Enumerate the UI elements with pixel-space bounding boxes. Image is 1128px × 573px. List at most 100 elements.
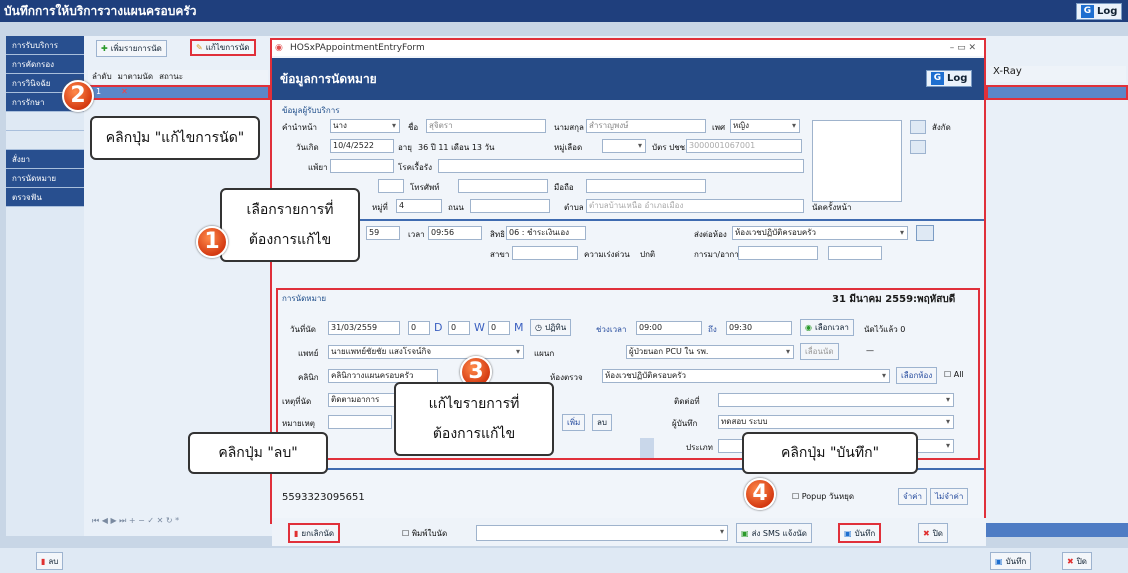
- dialog-header: ข้อมูลการนัดหมาย: [272, 58, 984, 100]
- table-row-right: [986, 85, 1128, 100]
- appt-date-field[interactable]: 31/03/2559: [328, 321, 400, 335]
- contact-label: ติดต่อที่: [674, 397, 700, 406]
- forget-button[interactable]: ไม่จำค่า: [930, 488, 969, 505]
- dialog-save-button[interactable]: ▣ บันทึก: [838, 523, 882, 543]
- note-field[interactable]: [328, 415, 392, 429]
- callout-edit-item: แก้ไขรายการที่ ต้องการแก้ไข: [394, 382, 554, 456]
- urgency-value: ปกติ: [640, 250, 656, 259]
- calendar-button[interactable]: ◷ ปฏิทิน: [530, 319, 572, 336]
- pick-room-button[interactable]: เลือกห้อง: [896, 367, 938, 384]
- dash-text: —: [866, 346, 874, 355]
- save-button[interactable]: ▣ บันทึก: [990, 552, 1032, 570]
- idcard-field[interactable]: 3000001067001: [686, 139, 802, 153]
- chronic-field[interactable]: [438, 159, 804, 173]
- window-controls-icon[interactable]: – ▭ ✕: [950, 40, 976, 56]
- symptom-field[interactable]: [738, 246, 818, 260]
- log-icon: G: [1081, 5, 1094, 18]
- add-appointment-button[interactable]: ✚ เพิ่มรายการนัด: [96, 40, 167, 57]
- sex-select[interactable]: หญิง: [730, 119, 800, 133]
- time-field[interactable]: 09:56: [428, 226, 482, 240]
- delete-button[interactable]: ▮ ลบ: [36, 552, 64, 570]
- sms-button[interactable]: ▣ ส่ง SMS แจ้งนัด: [736, 523, 812, 543]
- pencil-icon: ✎: [196, 43, 203, 52]
- person-icon[interactable]: [910, 120, 926, 134]
- branch-field[interactable]: [512, 246, 578, 260]
- day-stepper[interactable]: 0: [408, 321, 430, 335]
- hn-value: 5593323095651: [282, 492, 365, 503]
- nav-screening[interactable]: การคัดกรอง: [6, 55, 84, 74]
- cancel-appointment-button[interactable]: ▮ ยกเลิกนัด: [288, 523, 341, 543]
- appointment-date-heading: 31 มีนาคม 2559:พฤหัสบดี: [832, 294, 956, 305]
- popup-holiday-checkbox[interactable]: ☐ Popup วันหยุด: [792, 490, 854, 503]
- doctor-select[interactable]: นายแพทย์ชัยชัย แสงโรจน์กิจ: [328, 345, 524, 359]
- callout-save: คลิกปุ่ม "บันทึก": [742, 432, 918, 474]
- trash-icon-2: ▮: [41, 556, 46, 566]
- card-icon[interactable]: [910, 140, 926, 154]
- scroll-thumb[interactable]: [640, 438, 654, 458]
- step-1-badge: 1: [196, 226, 228, 258]
- log-button[interactable]: G Log: [1076, 3, 1123, 20]
- name-field[interactable]: สุจิตรา: [426, 119, 546, 133]
- visit-date-field[interactable]: 59: [366, 226, 400, 240]
- clinic-label: คลินิก: [298, 373, 319, 382]
- remember-button[interactable]: จำค่า: [898, 488, 928, 505]
- right-field[interactable]: 06 : ชำระเงินเอง: [506, 226, 586, 240]
- sendto-select[interactable]: ห้องเวชปฏิบัติครอบครัว: [732, 226, 908, 240]
- phone-field[interactable]: [458, 179, 548, 193]
- col-attended: มาตามนัด: [117, 72, 154, 81]
- month-stepper[interactable]: 0: [488, 321, 510, 335]
- surname-field[interactable]: สำราญพงษ์: [586, 119, 706, 133]
- symptom-field-2[interactable]: [828, 246, 882, 260]
- day-unit: D: [434, 321, 443, 334]
- prefix-label: คำนำหน้า: [282, 123, 318, 132]
- tambon-field[interactable]: ตำบลบ้านเหนือ อำเภอเมือง: [586, 199, 804, 213]
- type-label: ประเภท: [686, 443, 713, 452]
- all-checkbox[interactable]: ☐ All: [944, 370, 964, 379]
- nav-dental[interactable]: ตรวจฟัน: [6, 188, 84, 207]
- week-stepper[interactable]: 0: [448, 321, 470, 335]
- surname-label: นามสกุล: [554, 123, 584, 132]
- pick-time-button[interactable]: ◉ เลือกเวลา: [800, 319, 854, 336]
- nav-service[interactable]: การรับบริการ: [6, 36, 84, 55]
- blood-select[interactable]: [602, 139, 646, 153]
- contact-select[interactable]: [718, 393, 954, 407]
- prefix-select[interactable]: นาง: [330, 119, 400, 133]
- step-2-badge: 2: [62, 80, 94, 112]
- road-field[interactable]: [470, 199, 550, 213]
- time-to-field[interactable]: 09:30: [726, 321, 792, 335]
- table-row[interactable]: 1 ✕: [86, 85, 270, 100]
- print-checkbox[interactable]: ☐ พิมพ์ใบนัด: [402, 527, 447, 540]
- room-label: ห้องตรวจ: [550, 373, 583, 382]
- time-from-field[interactable]: 09:00: [636, 321, 702, 335]
- allergy-field[interactable]: [330, 159, 394, 173]
- add-note-button[interactable]: เพิ่ม: [562, 414, 586, 431]
- nav-appointment[interactable]: การนัดหมาย: [6, 169, 84, 188]
- dialog-log-button[interactable]: G Log: [926, 70, 973, 87]
- moo-field[interactable]: 4: [396, 199, 442, 213]
- dept-label: แผนก: [534, 349, 555, 358]
- grid-navigator[interactable]: ⏮ ◀ ▶ ⏭ + − ✓ ✕ ↻ *: [86, 516, 270, 528]
- bottom-bar: [0, 548, 1128, 573]
- moo-label: หมู่ที่: [372, 203, 388, 212]
- save-icon: ▣: [844, 528, 852, 538]
- close-button[interactable]: ✖ ปิด: [1062, 552, 1092, 570]
- grid-icon[interactable]: [916, 225, 934, 241]
- patient-photo: [812, 120, 902, 202]
- dialog-close-button[interactable]: ✖ ปิด: [918, 523, 948, 543]
- move-appointment-button[interactable]: เลื่อนนัด: [800, 343, 839, 360]
- delete-note-button[interactable]: ลบ: [592, 414, 612, 431]
- mobile-field[interactable]: [586, 179, 706, 193]
- room-select[interactable]: ห้องเวชปฏิบัติครอบครัว: [602, 369, 890, 383]
- next-visit-label: นัดครั้งหน้า: [812, 203, 852, 212]
- dept-select[interactable]: ผู้ป่วยนอก PCU ใน รพ.: [626, 345, 794, 359]
- print-select[interactable]: [476, 525, 728, 541]
- scrollbar[interactable]: [986, 523, 1128, 537]
- recorder-select[interactable]: ทดสอบ ระบบ: [718, 415, 954, 429]
- blood-label: หมู่เลือด: [554, 143, 583, 152]
- clinic-field[interactable]: คลินิกวางแผนครอบครัว: [328, 369, 438, 383]
- birth-field[interactable]: 10/4/2522: [330, 139, 394, 153]
- app-icon: ◉: [275, 43, 283, 53]
- address-field[interactable]: [378, 179, 404, 193]
- edit-appointment-button[interactable]: ✎ แก้ไขการนัด: [190, 39, 256, 56]
- nav-medication[interactable]: สั่งยา: [6, 150, 84, 169]
